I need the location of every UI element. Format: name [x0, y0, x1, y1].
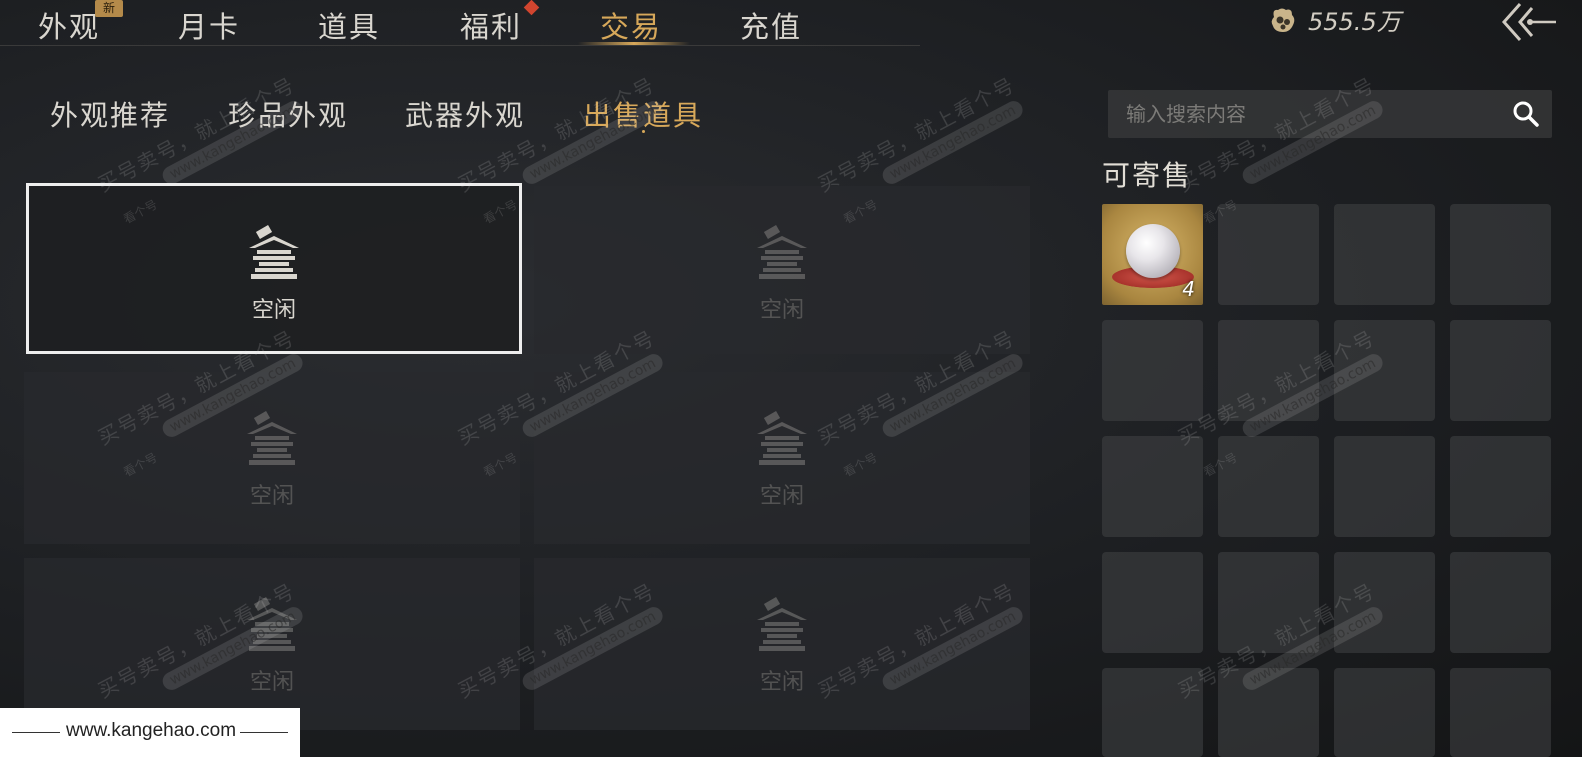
new-badge: 新	[95, 0, 123, 17]
tab-welfare[interactable]: 福利	[460, 4, 522, 46]
inventory-slot[interactable]	[1334, 320, 1435, 421]
inventory-item-pearl[interactable]: 4	[1102, 204, 1203, 305]
inventory-slot[interactable]	[1102, 552, 1203, 653]
currency-display: 555.5万	[1268, 2, 1401, 37]
inventory-slot[interactable]	[1102, 320, 1203, 421]
pavilion-icon	[247, 411, 297, 465]
footer-divider	[12, 732, 60, 733]
trade-slot-4[interactable]: 空闲	[534, 372, 1030, 544]
trade-slot-3[interactable]: 空闲	[24, 372, 520, 544]
tab-recharge[interactable]: 充值	[740, 4, 802, 46]
search-box	[1108, 90, 1552, 138]
trade-slot-1[interactable]: 空闲	[26, 183, 522, 354]
trade-slot-5[interactable]: 空闲	[24, 558, 520, 730]
subtab-weapon-appearance[interactable]: 武器外观	[405, 94, 525, 134]
inventory-slot[interactable]	[1334, 668, 1435, 757]
top-nav: 外观 新 月卡 道具 福利 交易 充值	[0, 0, 920, 46]
footer-url[interactable]: www.kangehao.com	[66, 720, 236, 742]
inventory-slot[interactable]	[1218, 320, 1319, 421]
inventory-slot[interactable]	[1450, 320, 1551, 421]
inventory-slot[interactable]	[1334, 436, 1435, 537]
subtab-rare-appearance[interactable]: 珍品外观	[228, 94, 348, 134]
inventory-slot[interactable]	[1450, 204, 1551, 305]
trade-slot-6[interactable]: 空闲	[534, 558, 1030, 730]
tab-items[interactable]: 道具	[318, 4, 380, 46]
pavilion-icon	[249, 225, 299, 279]
watermark-slogan: 买号卖号，就上看个号	[813, 72, 1020, 197]
slot-status-label: 空闲	[251, 298, 296, 323]
inventory-slot[interactable]	[1334, 204, 1435, 305]
coin-pouch-icon	[1271, 8, 1295, 32]
pavilion-icon	[757, 411, 807, 465]
site-footer-badge: www.kangehao.com	[0, 708, 300, 757]
inventory-slot[interactable]	[1218, 436, 1319, 537]
slot-status-label: 空闲	[249, 670, 294, 695]
inventory-slot[interactable]	[1102, 436, 1203, 537]
back-arrow-icon[interactable]	[1498, 0, 1558, 44]
slot-status-label: 空闲	[759, 484, 804, 509]
item-count: 4	[1182, 277, 1195, 301]
watermark-url: www.kangehao.com	[879, 97, 1027, 188]
notification-dot	[523, 0, 540, 16]
subtab-sell-items[interactable]: 出售道具	[583, 94, 703, 134]
inventory-slot[interactable]	[1450, 436, 1551, 537]
slot-status-label: 空闲	[249, 484, 294, 509]
active-tab-underline	[578, 42, 690, 45]
active-subtab-dot	[642, 130, 645, 133]
inventory-slot[interactable]	[1102, 668, 1203, 757]
pavilion-icon	[757, 597, 807, 651]
tab-appearance[interactable]: 外观	[38, 4, 100, 46]
inventory-slot[interactable]	[1450, 552, 1551, 653]
pavilion-icon	[757, 225, 807, 279]
inventory-slot[interactable]	[1218, 668, 1319, 757]
subtab-recommended-appearance[interactable]: 外观推荐	[50, 94, 170, 134]
tab-trade[interactable]: 交易	[600, 4, 662, 46]
slot-status-label: 空闲	[759, 298, 804, 323]
inventory-slot[interactable]	[1218, 552, 1319, 653]
search-input[interactable]	[1126, 99, 1486, 129]
inventory-slot[interactable]	[1334, 552, 1435, 653]
footer-divider	[240, 732, 288, 733]
sellable-section-title: 可寄售	[1102, 159, 1193, 192]
pavilion-icon	[247, 597, 297, 651]
inventory-slot[interactable]	[1450, 668, 1551, 757]
trade-slot-2[interactable]: 空闲	[534, 186, 1030, 354]
search-icon[interactable]	[1512, 100, 1540, 128]
inventory-slot[interactable]	[1218, 204, 1319, 305]
slot-status-label: 空闲	[759, 670, 804, 695]
pearl-icon	[1126, 224, 1180, 278]
currency-amount: 555.5万	[1308, 8, 1401, 36]
tab-monthly-card[interactable]: 月卡	[178, 4, 240, 46]
